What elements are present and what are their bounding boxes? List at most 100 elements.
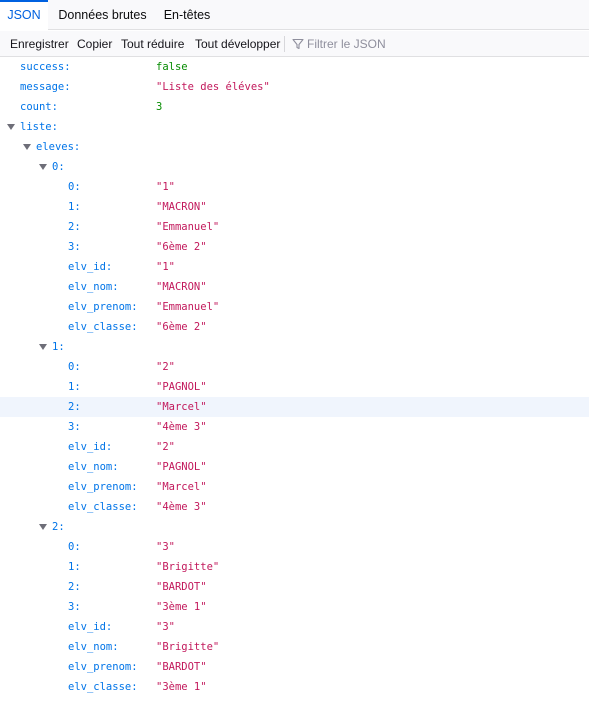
collapse-all-button[interactable]: Tout réduire xyxy=(121,31,184,57)
key-label: 0: xyxy=(52,161,65,173)
tree-row-field[interactable]: 1: "MACRON" xyxy=(0,197,589,217)
save-button[interactable]: Enregistrer xyxy=(10,31,69,57)
value-label: "Marcel" xyxy=(156,401,207,413)
value-label: "3ème 1" xyxy=(156,681,207,693)
tree-row-field[interactable]: elv_classe: "3ème 1" xyxy=(0,677,589,697)
tab-headers[interactable]: En-têtes xyxy=(157,0,217,30)
tree-row-message[interactable]: message: "Liste des éléves" xyxy=(0,77,589,97)
filter-json-input[interactable] xyxy=(307,35,577,53)
key-label: 0: xyxy=(68,541,81,553)
value-label: "PAGNOL" xyxy=(156,461,207,473)
key-label: message: xyxy=(20,81,71,93)
value-label: "Marcel" xyxy=(156,481,207,493)
tree-row-field[interactable]: elv_nom: "PAGNOL" xyxy=(0,457,589,477)
value-label: "BARDOT" xyxy=(156,661,207,673)
tree-row-field[interactable]: 2: "Emmanuel" xyxy=(0,217,589,237)
tree-row-field[interactable]: elv_id: "3" xyxy=(0,617,589,637)
tree-row-field[interactable]: elv_nom: "Brigitte" xyxy=(0,637,589,657)
tree-row-item[interactable]: 2: xyxy=(0,517,589,537)
value-label: "6ème 2" xyxy=(156,321,207,333)
filter-icon xyxy=(292,38,304,50)
value-label: "Emmanuel" xyxy=(156,301,220,313)
value-label: "MACRON" xyxy=(156,281,207,293)
tree-row-count[interactable]: count: 3 xyxy=(0,97,589,117)
key-label: count: xyxy=(20,101,58,113)
key-label: elv_prenom: xyxy=(68,301,138,313)
tree-row-field[interactable]: elv_nom: "MACRON" xyxy=(0,277,589,297)
tree-row-field[interactable]: 2: "Marcel" xyxy=(0,397,589,417)
key-label: 0: xyxy=(68,361,81,373)
tree-row-field[interactable]: 0: "3" xyxy=(0,537,589,557)
key-label: 2: xyxy=(68,221,81,233)
tree-row-field[interactable]: 0: "1" xyxy=(0,177,589,197)
tree-row-field[interactable]: 2: "BARDOT" xyxy=(0,577,589,597)
value-label: "4ème 3" xyxy=(156,421,207,433)
key-label: 3: xyxy=(68,241,81,253)
key-label: 2: xyxy=(68,401,81,413)
tree-row-eleves[interactable]: eleves: xyxy=(0,137,589,157)
tree-row-field[interactable]: 3: "3ème 1" xyxy=(0,597,589,617)
tree-row-item[interactable]: 1: xyxy=(0,337,589,357)
tree-row-field[interactable]: 3: "4ème 3" xyxy=(0,417,589,437)
value-label: "1" xyxy=(156,261,175,273)
key-label: elv_id: xyxy=(68,261,113,273)
key-label: 3: xyxy=(68,421,81,433)
value-label: "6ème 2" xyxy=(156,241,207,253)
tree-row-field[interactable]: elv_prenom: "Marcel" xyxy=(0,477,589,497)
tree-row-success[interactable]: success: false xyxy=(0,57,589,77)
value-label: 3 xyxy=(156,101,163,113)
tree-row-field[interactable]: 1: "PAGNOL" xyxy=(0,377,589,397)
tab-raw-data[interactable]: Données brutes xyxy=(52,0,153,30)
twisty-expanded-icon[interactable] xyxy=(39,164,47,170)
tree-row-field[interactable]: elv_classe: "6ème 2" xyxy=(0,317,589,337)
value-label: "4ème 3" xyxy=(156,501,207,513)
key-label: elv_nom: xyxy=(68,461,119,473)
key-label: 1: xyxy=(68,561,81,573)
key-label: elv_classe: xyxy=(68,501,138,513)
key-label: elv_nom: xyxy=(68,641,119,653)
twisty-expanded-icon[interactable] xyxy=(39,524,47,530)
copy-button[interactable]: Copier xyxy=(77,31,112,57)
value-label: "Liste des éléves" xyxy=(156,81,270,93)
value-label: "Brigitte" xyxy=(156,561,220,573)
expand-all-button[interactable]: Tout développer xyxy=(195,31,280,57)
json-tree: success: false message: "Liste des éléve… xyxy=(0,57,589,697)
tree-row-field[interactable]: elv_prenom: "Emmanuel" xyxy=(0,297,589,317)
key-label: eleves: xyxy=(36,141,81,153)
key-label: success: xyxy=(20,61,71,73)
value-label: "BARDOT" xyxy=(156,581,207,593)
twisty-expanded-icon[interactable] xyxy=(23,144,31,150)
twisty-expanded-icon[interactable] xyxy=(39,344,47,350)
key-label: elv_id: xyxy=(68,441,113,453)
value-label: "Brigitte" xyxy=(156,641,220,653)
key-label: 3: xyxy=(68,601,81,613)
key-label: elv_classe: xyxy=(68,321,138,333)
key-label: 1: xyxy=(68,381,81,393)
key-label: liste: xyxy=(20,121,58,133)
tree-row-field[interactable]: elv_classe: "4ème 3" xyxy=(0,497,589,517)
key-label: 0: xyxy=(68,181,81,193)
value-label: "PAGNOL" xyxy=(156,381,207,393)
key-label: elv_prenom: xyxy=(68,661,138,673)
tree-row-liste[interactable]: liste: xyxy=(0,117,589,137)
tree-row-field[interactable]: 3: "6ème 2" xyxy=(0,237,589,257)
json-toolbar: Enregistrer Copier Tout réduire Tout dév… xyxy=(0,31,589,57)
tree-row-field[interactable]: 1: "Brigitte" xyxy=(0,557,589,577)
toolbar-divider xyxy=(284,36,285,52)
value-label: false xyxy=(156,61,188,73)
tree-row-field[interactable]: elv_prenom: "BARDOT" xyxy=(0,657,589,677)
key-label: 2: xyxy=(68,581,81,593)
tree-row-field[interactable]: elv_id: "2" xyxy=(0,437,589,457)
tab-bar: JSON Données brutes En-têtes xyxy=(0,0,589,31)
key-label: 1: xyxy=(68,201,81,213)
value-label: "2" xyxy=(156,361,175,373)
tab-json[interactable]: JSON xyxy=(0,0,48,31)
twisty-expanded-icon[interactable] xyxy=(7,124,15,130)
key-label: elv_nom: xyxy=(68,281,119,293)
tree-row-field[interactable]: 0: "2" xyxy=(0,357,589,377)
value-label: "Emmanuel" xyxy=(156,221,220,233)
tree-row-item[interactable]: 0: xyxy=(0,157,589,177)
value-label: "MACRON" xyxy=(156,201,207,213)
tree-row-field[interactable]: elv_id: "1" xyxy=(0,257,589,277)
key-label: 1: xyxy=(52,341,65,353)
